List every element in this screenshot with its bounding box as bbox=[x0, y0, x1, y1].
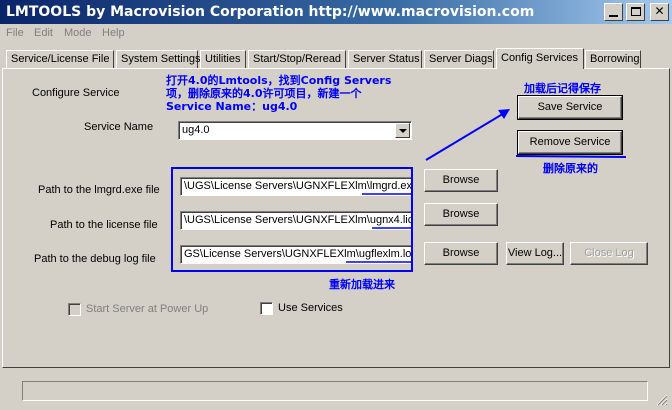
lmtools-window: LMTOOLS by Macrovision Corporation http:… bbox=[0, 0, 672, 410]
paths-highlight-box bbox=[171, 167, 413, 272]
arrow-line bbox=[425, 111, 507, 161]
remove-underline bbox=[515, 155, 627, 158]
arrow-head-icon bbox=[498, 109, 510, 119]
resize-grip-icon[interactable] bbox=[656, 394, 668, 406]
use-services-label: Use Services bbox=[278, 302, 343, 314]
status-bar bbox=[22, 381, 648, 401]
start-at-powerup-label: Start Server at Power Up bbox=[86, 303, 209, 315]
start-at-powerup-checkbox[interactable] bbox=[68, 303, 81, 316]
tab-config-services[interactable]: Config Services bbox=[496, 48, 584, 69]
use-services-checkbox[interactable] bbox=[260, 302, 273, 315]
